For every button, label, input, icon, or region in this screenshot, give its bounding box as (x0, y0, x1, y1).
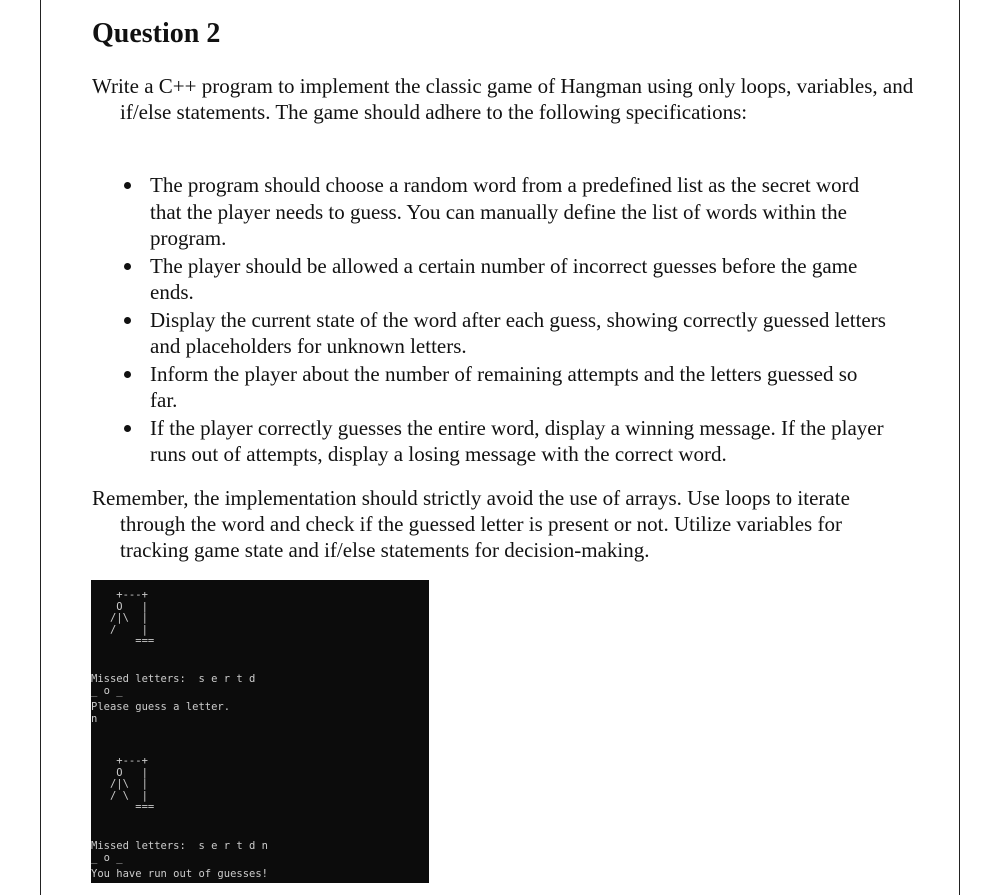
bullet-icon (124, 370, 131, 378)
specification-text: If the player correctly guesses the enti… (150, 415, 884, 467)
specification-list: The program should choose a random word … (124, 172, 890, 469)
gallows-art-first: +---+ O | /|\ | / | === (109, 589, 155, 647)
word-state-first: _ o _ (91, 685, 123, 697)
specification-text: Display the current state of the word af… (150, 307, 886, 359)
guess-prompt: Please guess a letter. (91, 701, 231, 713)
bullet-icon (124, 424, 131, 432)
missed-letters-first: Missed letters: s e r t d (91, 673, 256, 685)
bullet-icon (124, 182, 131, 189)
player-input: n (91, 713, 98, 725)
specification-item: Display the current state of the word af… (124, 307, 890, 360)
specification-item: The player should be allowed a certain n… (124, 253, 890, 306)
question-heading: Question 2 (92, 18, 221, 49)
specification-item: Inform the player about the number of re… (124, 361, 890, 414)
result-message: You have run out of guesses! (91, 868, 269, 880)
specification-text: The player should be allowed a certain n… (150, 253, 858, 305)
specification-item: If the player correctly guesses the enti… (124, 415, 890, 468)
word-state-second: _ o _ (91, 852, 123, 864)
specification-item: The program should choose a random word … (124, 172, 890, 252)
gallows-art-second: +---+ O | /|\ | / \ | === (109, 755, 155, 813)
missed-letters-second: Missed letters: s e r t d n (91, 840, 269, 852)
console-screenshot: +---+ O | /|\ | / | === Missed letters: … (91, 580, 429, 883)
specification-text: Inform the player about the number of re… (150, 361, 858, 413)
bullet-icon (124, 262, 131, 270)
intro-paragraph: Write a C++ program to implement the cla… (92, 74, 914, 124)
bullet-icon (124, 316, 131, 324)
specification-text: The program should choose a random word … (150, 173, 860, 250)
closing-paragraph: Remember, the implementation should stri… (92, 486, 850, 562)
